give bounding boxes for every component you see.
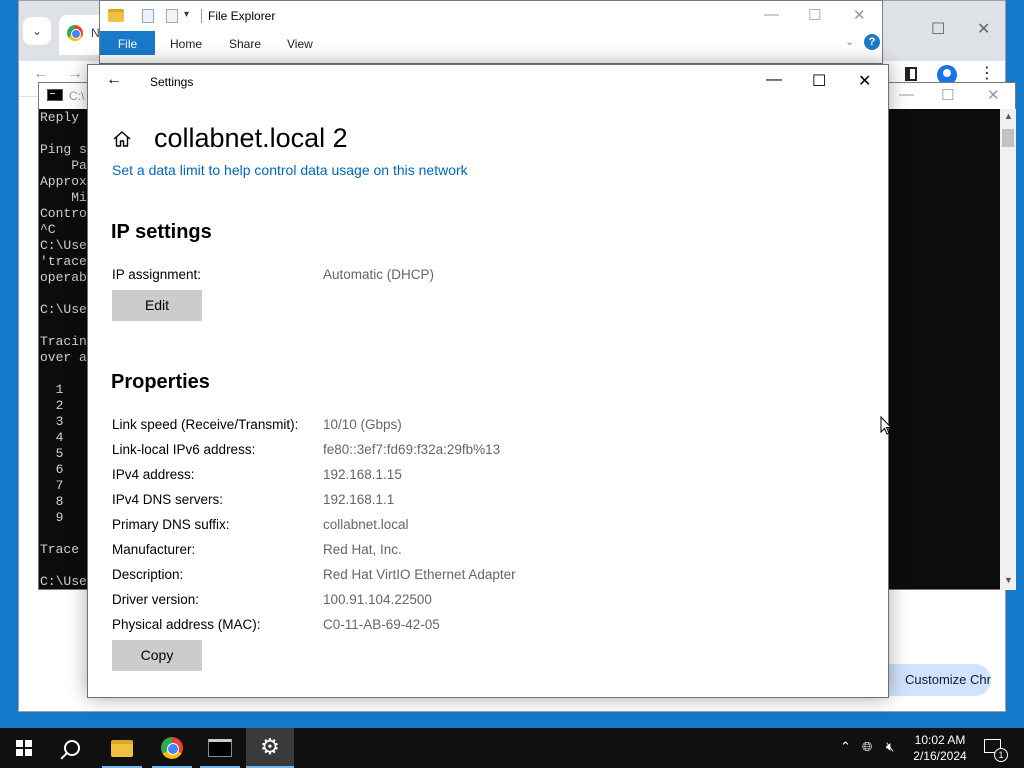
search-icon	[64, 740, 80, 756]
settings-window[interactable]: ← Settings — ☐ ✕ collabnet.local 2 Set a…	[87, 64, 889, 698]
cmd-output[interactable]: Reply Ping s Pa Approx Mi Contro ^C C:\U…	[40, 110, 89, 590]
network-globe-icon[interactable]: 🌐︎	[862, 739, 872, 755]
ip-assignment-label: IP assignment:	[112, 267, 202, 282]
property-value: C0-11-AB-69-42-05	[323, 617, 440, 632]
scroll-up-icon[interactable]: ▲	[1004, 111, 1013, 121]
start-button[interactable]	[0, 728, 48, 768]
property-label: Primary DNS suffix:	[112, 517, 230, 532]
explorer-minimize-icon[interactable]: —	[764, 6, 779, 23]
chrome-icon	[67, 25, 83, 41]
chrome-forward-icon[interactable]: →	[67, 65, 83, 83]
taskbar-command-prompt[interactable]	[196, 728, 244, 768]
home-icon	[113, 131, 131, 147]
taskbar-file-explorer[interactable]	[98, 728, 146, 768]
property-value: 10/10 (Gbps)	[323, 417, 402, 432]
chrome-close-icon[interactable]: ✕	[977, 19, 990, 39]
property-value: fe80::3ef7:fd69:f32a:29fb%13	[323, 442, 501, 457]
gear-icon: ⚙	[260, 734, 280, 759]
taskbar-settings[interactable]: ⚙	[246, 728, 294, 768]
properties-heading: Properties	[111, 371, 210, 393]
folder-icon	[108, 9, 124, 22]
mouse-cursor-icon	[880, 416, 892, 435]
copy-button[interactable]: Copy	[112, 640, 202, 671]
property-label: Link speed (Receive/Transmit):	[112, 417, 299, 432]
settings-maximize-icon[interactable]: ☐	[812, 71, 826, 91]
chrome-menu-icon[interactable]: ⋮	[979, 63, 995, 83]
property-value: Red Hat, Inc.	[323, 542, 402, 557]
ip-settings-heading: IP settings	[111, 221, 212, 243]
property-label: Manufacturer:	[112, 542, 196, 557]
chrome-back-icon[interactable]: ←	[33, 65, 49, 83]
ip-assignment-value: Automatic (DHCP)	[323, 267, 435, 282]
cmd-icon	[208, 739, 232, 757]
cmd-icon	[47, 89, 63, 101]
explorer-close-icon[interactable]: ✕	[853, 6, 866, 24]
chrome-maximize-icon[interactable]: ☐	[931, 19, 945, 39]
property-value: 192.168.1.15	[323, 467, 402, 482]
properties-icon[interactable]	[142, 9, 154, 23]
help-icon[interactable]: ?	[864, 34, 880, 50]
explorer-maximize-icon[interactable]: ☐	[808, 6, 821, 24]
property-label: Physical address (MAC):	[112, 617, 261, 632]
property-value: 192.168.1.1	[323, 492, 395, 507]
ribbon-tab-home[interactable]: Home	[170, 37, 202, 51]
side-panel-icon[interactable]	[905, 67, 917, 81]
taskbar: ⚙ ⌃ 🌐︎ 🔇︎ 10:02 AM 2/16/2024 1	[0, 728, 1024, 768]
back-arrow-icon[interactable]: ←	[106, 71, 122, 89]
cmd-scrollbar[interactable]: ▲ ▼	[1000, 109, 1016, 590]
quick-access-dropdown-icon[interactable]: ▾	[184, 9, 189, 20]
property-value: Red Hat VirtIO Ethernet Adapter	[323, 567, 516, 582]
property-value: 100.91.104.22500	[323, 592, 432, 607]
cmd-minimize-icon[interactable]: —	[899, 86, 914, 103]
system-clock[interactable]: 10:02 AM 2/16/2024	[905, 732, 975, 764]
windows-logo-icon	[16, 740, 32, 756]
chrome-icon	[161, 737, 183, 759]
file-explorer-icon	[111, 739, 133, 757]
show-hidden-icons-chevron-icon[interactable]: ⌃	[840, 739, 851, 755]
settings-window-title: Settings	[150, 75, 194, 89]
title-separator	[201, 9, 202, 23]
clock-time: 10:02 AM	[914, 733, 966, 747]
customize-chrome-button[interactable]: Customize Chrome	[877, 664, 991, 696]
property-label: Description:	[112, 567, 184, 582]
property-value: collabnet.local	[323, 517, 409, 532]
settings-minimize-icon[interactable]: —	[766, 71, 782, 89]
property-label: IPv4 address:	[112, 467, 195, 482]
settings-close-icon[interactable]: ✕	[858, 71, 871, 91]
edit-button[interactable]: Edit	[112, 290, 202, 321]
cmd-maximize-icon[interactable]: ☐	[941, 86, 954, 104]
property-label: Link-local IPv6 address:	[112, 442, 256, 457]
tab-search-chevron-icon[interactable]: ⌄	[23, 17, 51, 45]
notification-count-badge: 1	[994, 748, 1008, 762]
cmd-title: C:\	[69, 89, 85, 103]
ribbon-tab-view[interactable]: View	[287, 37, 313, 51]
ribbon-tab-share[interactable]: Share	[229, 37, 261, 51]
page-title: collabnet.local 2	[154, 123, 348, 153]
taskbar-chrome[interactable]	[148, 728, 196, 768]
volume-muted-icon[interactable]: 🔇︎	[886, 739, 894, 755]
data-limit-link[interactable]: Set a data limit to help control data us…	[112, 162, 468, 178]
clock-date: 2/16/2024	[913, 749, 967, 763]
scroll-thumb[interactable]	[1002, 129, 1014, 147]
scroll-down-icon[interactable]: ▼	[1004, 575, 1013, 585]
ribbon-expand-chevron-icon[interactable]: ⌄	[845, 35, 854, 48]
search-button[interactable]	[48, 728, 96, 768]
property-label: IPv4 DNS servers:	[112, 492, 224, 507]
file-explorer-window[interactable]: ▾ File Explorer — ☐ ✕ File Home Share Vi…	[99, 0, 883, 64]
new-folder-icon[interactable]	[166, 9, 178, 23]
property-label: Driver version:	[112, 592, 200, 607]
explorer-title: File Explorer	[208, 9, 276, 23]
ribbon-tab-file[interactable]: File	[100, 31, 155, 55]
cmd-close-icon[interactable]: ✕	[987, 86, 1000, 104]
